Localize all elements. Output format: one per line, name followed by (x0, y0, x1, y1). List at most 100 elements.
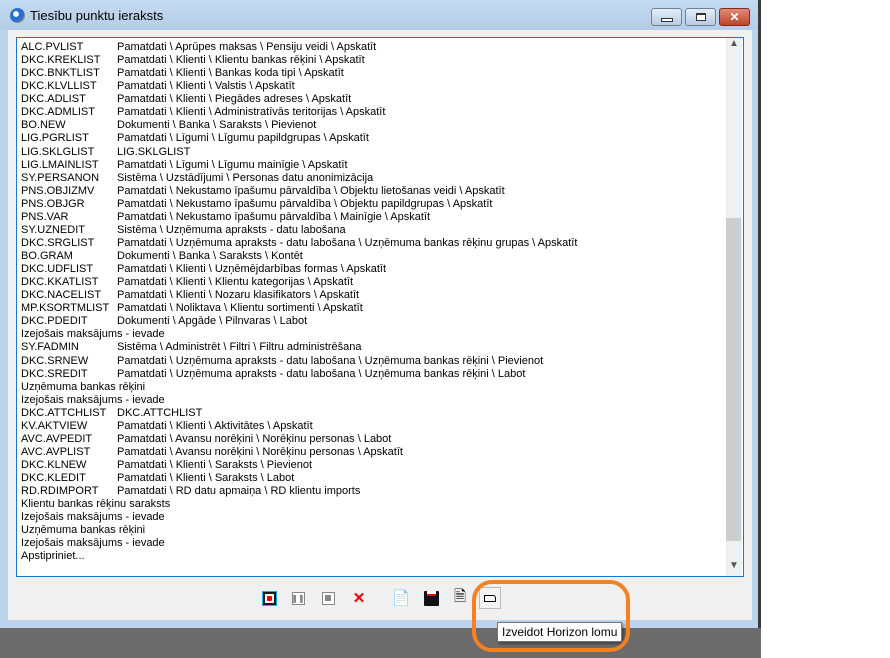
list-item-code: DKC.KREKLIST (21, 54, 101, 67)
list-item[interactable]: DKC.KREKLIST Pamatdati \ Klienti \ Klient… (21, 54, 577, 67)
rights-list[interactable]: ALC.PVLIST Pamatdati \ Aprūpes maksas \ P… (16, 37, 744, 577)
list-item[interactable]: BO.NEW Dokumenti \ Banka \ Saraksts \ Pie… (21, 119, 577, 132)
list-item[interactable]: Izejošais maksājums - ievade (21, 537, 577, 550)
minimize-icon (660, 17, 673, 22)
list-item[interactable]: MP.KSORTMLIST Pamatdati \ Noliktava \ Kli… (21, 302, 577, 315)
title-bar[interactable]: Tiesību punktu ieraksts ✕ (0, 0, 758, 30)
list-item[interactable]: PNS.VAR Pamatdati \ Nekustamo īpašumu pār… (21, 211, 577, 224)
list-item-text: Uzņēmuma bankas rēķini (21, 380, 146, 393)
list-item[interactable]: Uzņēmuma bankas rēķini (21, 524, 577, 537)
list-item-code: DKC.BNKTLIST (21, 67, 100, 80)
list-item-code: DKC.SREDIT (21, 367, 88, 380)
list-item-path: Pamatdati \ Nekustamo īpašumu pārvaldība… (117, 184, 505, 197)
list-item-text: Izejošais maksājums - ievade (21, 328, 165, 341)
list-item[interactable]: Klientu bankas rēķinu saraksts (21, 498, 577, 511)
list-item[interactable]: DKC.KLNEW Pamatdati \ Klienti \ Saraksts … (21, 459, 577, 472)
list-item[interactable]: Izejošais maksājums - ievade (21, 328, 577, 341)
list-item-path: Pamatdati \ Klienti \ Klientu bankas rēķ… (117, 54, 365, 67)
list-item[interactable]: DKC.NACELIST Pamatdati \ Klienti \ Nozaru… (21, 289, 577, 302)
delete-button[interactable]: ✕ (348, 587, 370, 609)
list-item[interactable]: DKC.ADMLIST Pamatdati \ Klienti \ Adminis… (21, 106, 577, 119)
list-item[interactable]: DKC.KKATLIST Pamatdati \ Klienti \ Klient… (21, 276, 577, 289)
list-item-code: DKC.SRGLIST (21, 236, 95, 249)
pause-button[interactable]: ❚❚ (287, 587, 309, 609)
list-item[interactable]: AVC.AVPEDIT Pamatdati \ Avansu norēķini \… (21, 433, 577, 446)
list-item-code: RD.RDIMPORT (21, 485, 99, 498)
save-button[interactable] (420, 587, 442, 609)
list-item[interactable]: PNS.OBJGR Pamatdati \ Nekustamo īpašumu p… (21, 198, 577, 211)
list-item-path: Pamatdati \ Klienti \ Valstis \ Apskatīt (117, 80, 295, 93)
list-item-path: Pamatdati \ Noliktava \ Klientu sortimen… (117, 302, 363, 315)
stop-button[interactable] (317, 587, 339, 609)
list-item[interactable]: ALC.PVLIST Pamatdati \ Aprūpes maksas \ P… (21, 41, 577, 54)
list-item[interactable]: Apstipriniet... (21, 550, 577, 563)
list-item[interactable]: DKC.SRGLIST Pamatdati \ Uzņēmuma apraksts… (21, 237, 577, 250)
list-item-path: Pamatdati \ Uzņēmuma apraksts - datu lab… (117, 367, 526, 380)
list-item-path: Pamatdati \ Līgumi \ Līgumu papildgrupas… (117, 132, 369, 145)
document-button[interactable]: 🗎 (449, 587, 471, 609)
minimize-button[interactable] (651, 8, 682, 26)
list-item-path: Pamatdati \ Aprūpes maksas \ Pensiju vei… (117, 41, 377, 53)
list-item[interactable]: DKC.BNKTLIST Pamatdati \ Klienti \ Bankas… (21, 67, 577, 80)
list-item-code: ALC.PVLIST (21, 41, 84, 53)
list-item-code: DKC.PDEDIT (21, 315, 88, 328)
list-item-path: Pamatdati \ Klienti \ Bankas koda tipi \… (117, 67, 344, 80)
list-item-path: Pamatdati \ Nekustamo īpašumu pārvaldība… (117, 210, 431, 223)
list-item[interactable]: Izejošais maksājums - ievade (21, 511, 577, 524)
list-item[interactable]: AVC.AVPLIST Pamatdati \ Avansu norēķini \… (21, 446, 577, 459)
list-item[interactable]: LIG.LMAINLIST Pamatdati \ Līgumi \ Līgumu… (21, 159, 577, 172)
close-icon: ✕ (729, 10, 740, 24)
list-item[interactable]: KV.AKTVIEW Pamatdati \ Klienti \ Aktivitā… (21, 420, 577, 433)
list-item-path: Pamatdati \ Avansu norēķini \ Norēķinu p… (117, 445, 403, 458)
pause-icon: ❚❚ (291, 591, 305, 605)
list-item-code: MP.KSORTMLIST (21, 302, 110, 315)
list-item-path: Sistēma \ Administrēt \ Filtri \ Filtru … (117, 341, 362, 354)
list-item[interactable]: PNS.OBJIZMV Pamatdati \ Nekustamo īpašumu… (21, 185, 577, 198)
scroll-thumb[interactable] (726, 218, 741, 541)
window: Tiesību punktu ieraksts ✕ ALC.PVLIST Pama… (0, 0, 761, 628)
list-item-path: Pamatdati \ Uzņēmuma apraksts - datu lab… (117, 354, 544, 367)
list-item-text: Izejošais maksājums - ievade (21, 393, 165, 406)
close-button[interactable]: ✕ (719, 8, 750, 26)
list-item[interactable]: LIG.PGRLIST Pamatdati \ Līgumi \ Līgumu p… (21, 132, 577, 145)
list-item-text: Apstipriniet... (21, 550, 85, 563)
list-item[interactable]: SY.UZNEDIT Sistēma \ Uzņēmuma apraksts - … (21, 224, 577, 237)
export-button[interactable]: 📄 (390, 587, 412, 609)
list-item-code: BO.GRAM (21, 250, 73, 262)
list-item[interactable]: DKC.PDEDIT Dokumenti \ Apgāde \ Pilnvaras… (21, 315, 577, 328)
list-item-path: Dokumenti \ Banka \ Saraksts \ Pievienot (117, 119, 317, 132)
list-item-code: DKC.KLEDIT (21, 472, 86, 485)
list-item-code: DKC.KLNEW (21, 459, 87, 471)
list-item[interactable]: SY.PERSANON Sistēma \ Uzstādījumi \ Perso… (21, 172, 577, 185)
vertical-scrollbar[interactable]: ▲ ▼ (726, 38, 742, 576)
list-item-code: LIG.PGRLIST (21, 132, 89, 145)
list-item-code: LIG.LMAINLIST (21, 158, 99, 171)
list-item-path: DKC.ATTCHLIST (117, 406, 203, 419)
list-item[interactable]: DKC.SREDIT Pamatdati \ Uzņēmuma apraksts … (21, 368, 577, 381)
list-item[interactable]: DKC.KLVLLIST Pamatdati \ Klienti \ Valsti… (21, 80, 577, 93)
list-item[interactable]: DKC.SRNEW Pamatdati \ Uzņēmuma apraksts -… (21, 355, 577, 368)
stop-icon (321, 591, 335, 605)
list-item[interactable]: DKC.ATTCHLIST DKC.ATTCHLIST (21, 407, 577, 420)
list-item-path: Dokumenti \ Banka \ Saraksts \ Kontēt (117, 250, 303, 262)
scroll-up-icon[interactable]: ▲ (726, 38, 742, 54)
list-item[interactable]: SY.FADMIN Sistēma \ Administrēt \ Filtri … (21, 341, 577, 354)
list-item-code: DKC.ADMLIST (21, 106, 95, 119)
list-item-path: Pamatdati \ Klienti \ Saraksts \ Pievien… (117, 459, 313, 471)
list-item-code: DKC.ADLIST (21, 93, 86, 106)
list-item-text: Izejošais maksājums - ievade (21, 511, 165, 524)
list-item[interactable]: DKC.UDFLIST Pamatdati \ Klienti \ Uzņēmēj… (21, 263, 577, 276)
list-item-code: KV.AKTVIEW (21, 419, 88, 432)
list-item[interactable]: DKC.KLEDIT Pamatdati \ Klienti \ Saraksts… (21, 472, 577, 485)
record-button[interactable] (258, 587, 280, 609)
list-item[interactable]: Izejošais maksājums - ievade (21, 394, 577, 407)
list-item[interactable]: RD.RDIMPORT Pamatdati \ RD datu apmaiņa \… (21, 485, 577, 498)
maximize-button[interactable] (685, 8, 716, 26)
scroll-down-icon[interactable]: ▼ (726, 560, 742, 576)
list-item[interactable]: Uzņēmuma bankas rēķini (21, 381, 577, 394)
list-item[interactable]: DKC.ADLIST Pamatdati \ Klienti \ Piegādes… (21, 93, 577, 106)
list-item-code: SY.PERSANON (21, 171, 100, 184)
list-item[interactable]: BO.GRAM Dokumenti \ Banka \ Saraksts \ Ko… (21, 250, 577, 263)
list-item-text: Klientu bankas rēķinu saraksts (21, 498, 171, 511)
list-item[interactable]: LIG.SKLGLIST LIG.SKLGLIST (21, 146, 577, 159)
